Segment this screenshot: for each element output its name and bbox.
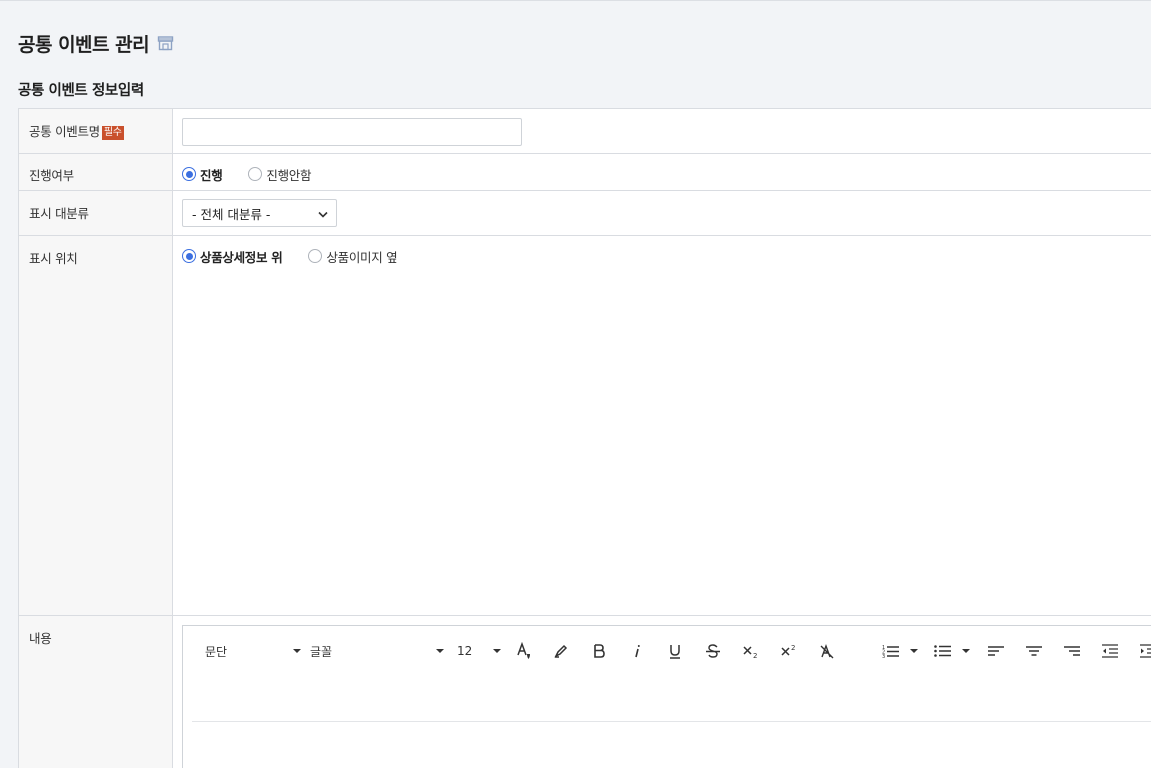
category-select[interactable]: - 전체 대분류 - bbox=[182, 199, 337, 227]
radio-position-above-detail[interactable]: 상품상세정보 위 bbox=[182, 247, 283, 266]
top-divider bbox=[0, 0, 1151, 1]
indent-icon[interactable] bbox=[1137, 640, 1151, 662]
page-header: 공통 이벤트 관리 bbox=[18, 30, 174, 56]
row-content: 내용 문단 글꼴 12 2 2 1 2 3 bbox=[18, 616, 1151, 768]
bulleted-list-icon[interactable] bbox=[934, 640, 970, 662]
category-label: 표시 대분류 bbox=[29, 206, 89, 221]
radio-position-beside-image[interactable]: 상품이미지 옆 bbox=[308, 247, 398, 266]
superscript-icon[interactable]: 2 bbox=[778, 640, 800, 662]
align-right-icon[interactable] bbox=[1061, 640, 1083, 662]
highlight-icon[interactable] bbox=[550, 640, 572, 662]
radio-progress-off[interactable]: 진행안함 bbox=[248, 165, 312, 184]
editor-content-area[interactable] bbox=[183, 722, 1151, 768]
caret-down-icon bbox=[962, 649, 970, 653]
content-label: 내용 bbox=[29, 631, 52, 646]
font-size-label: 12 bbox=[457, 644, 473, 658]
clear-format-icon[interactable] bbox=[816, 640, 838, 662]
position-radio-group: 상품상세정보 위 상품이미지 옆 bbox=[182, 247, 1149, 265]
radio-dot[interactable] bbox=[182, 167, 196, 181]
radio-dot[interactable] bbox=[308, 249, 323, 263]
italic-icon[interactable] bbox=[626, 640, 648, 662]
caret-down-icon bbox=[436, 649, 444, 653]
font-dropdown[interactable]: 글꼴 bbox=[310, 642, 444, 660]
radio-dot[interactable] bbox=[248, 167, 263, 181]
row-progress: 진행여부 진행 진행안함 bbox=[18, 154, 1151, 191]
label-cell: 표시 대분류 bbox=[18, 191, 173, 235]
value-cell: 상품상세정보 위 상품이미지 옆 bbox=[173, 236, 1151, 615]
underline-icon[interactable] bbox=[664, 640, 686, 662]
paragraph-dropdown[interactable]: 문단 bbox=[205, 642, 301, 660]
numbered-list-icon[interactable]: 123 bbox=[882, 640, 918, 662]
progress-radio-group: 진행 진행안함 bbox=[182, 165, 1149, 183]
radio-progress-on[interactable]: 진행 bbox=[182, 165, 223, 184]
svg-text:2: 2 bbox=[753, 652, 757, 659]
font-label: 글꼴 bbox=[310, 644, 333, 659]
row-event-name: 공통 이벤트명 필수 bbox=[18, 109, 1151, 154]
subscript-icon[interactable]: 2 bbox=[740, 640, 762, 662]
outdent-icon[interactable] bbox=[1099, 640, 1121, 662]
category-select-value: - 전체 대분류 - bbox=[192, 206, 271, 222]
svg-text:3: 3 bbox=[882, 654, 885, 658]
bold-icon[interactable] bbox=[588, 640, 610, 662]
value-cell: 문단 글꼴 12 2 2 1 2 3 bbox=[173, 616, 1151, 768]
chevron-down-icon bbox=[318, 206, 328, 221]
event-name-label: 공통 이벤트명 bbox=[29, 124, 100, 139]
label-cell: 내용 bbox=[18, 616, 173, 768]
rich-text-editor: 문단 글꼴 12 2 2 1 2 3 bbox=[182, 625, 1151, 768]
strikethrough-icon[interactable] bbox=[702, 640, 724, 662]
event-form: 공통 이벤트명 필수 진행여부 진행 진행안함 표시 대분류 - 전체 대분류 - bbox=[18, 108, 1151, 768]
caret-down-icon bbox=[293, 649, 301, 653]
align-center-icon[interactable] bbox=[1023, 640, 1045, 662]
align-left-icon[interactable] bbox=[985, 640, 1007, 662]
progress-label: 진행여부 bbox=[29, 168, 74, 183]
position-label: 표시 위치 bbox=[29, 251, 78, 266]
caret-down-icon bbox=[493, 649, 501, 653]
label-cell: 진행여부 bbox=[18, 154, 173, 190]
row-position: 표시 위치 상품상세정보 위 상품이미지 옆 bbox=[18, 236, 1151, 616]
editor-toolbar: 문단 글꼴 12 2 2 1 2 3 bbox=[192, 626, 1151, 722]
section-title: 공통 이벤트 정보입력 bbox=[18, 83, 144, 99]
radio-dot[interactable] bbox=[182, 249, 196, 263]
value-cell bbox=[173, 109, 1151, 153]
value-cell: 진행 진행안함 bbox=[173, 154, 1151, 190]
paragraph-label: 문단 bbox=[205, 644, 228, 659]
caret-down-icon bbox=[910, 649, 918, 653]
page-title: 공통 이벤트 관리 bbox=[18, 33, 150, 56]
required-badge: 필수 bbox=[101, 126, 124, 140]
font-size-dropdown[interactable]: 12 bbox=[457, 642, 501, 660]
label-cell: 표시 위치 bbox=[18, 236, 173, 615]
store-icon[interactable] bbox=[157, 35, 174, 51]
row-category: 표시 대분류 - 전체 대분류 - bbox=[18, 191, 1151, 236]
event-name-input[interactable] bbox=[182, 118, 522, 146]
svg-text:2: 2 bbox=[791, 644, 795, 652]
label-cell: 공통 이벤트명 필수 bbox=[18, 109, 173, 153]
font-color-icon[interactable] bbox=[512, 640, 534, 662]
value-cell: - 전체 대분류 - bbox=[173, 191, 1151, 235]
